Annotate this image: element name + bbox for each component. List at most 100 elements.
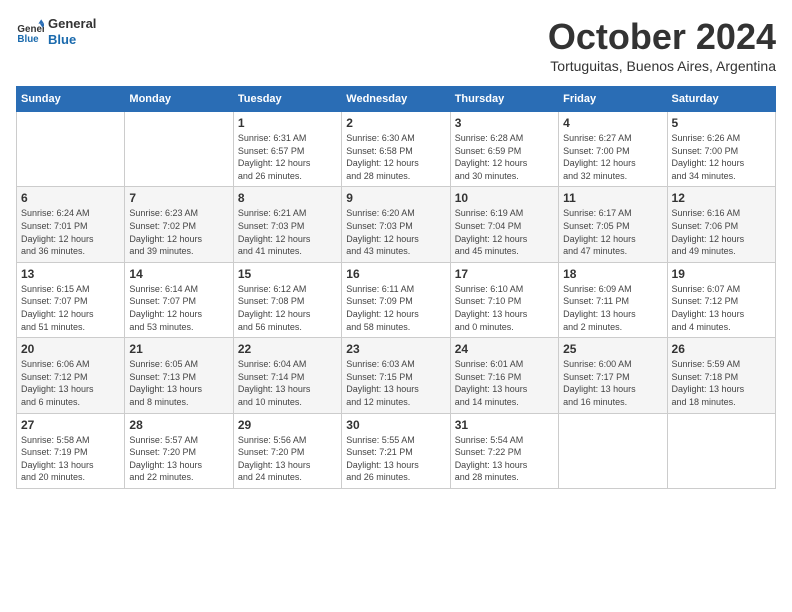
day-number: 10 (455, 191, 554, 205)
calendar-cell: 25 Sunrise: 6:00 AM Sunset: 7:17 PM Dayli… (559, 338, 667, 413)
calendar-cell: 1 Sunrise: 6:31 AM Sunset: 6:57 PM Daylig… (233, 112, 341, 187)
day-number: 4 (563, 116, 662, 130)
month-title: October 2024 (548, 16, 776, 58)
calendar-cell (125, 112, 233, 187)
day-number: 14 (129, 267, 228, 281)
weekday-header-row: SundayMondayTuesdayWednesdayThursdayFrid… (17, 87, 776, 112)
day-info: Sunrise: 6:14 AM Sunset: 7:07 PM Dayligh… (129, 283, 228, 333)
calendar-cell: 10 Sunrise: 6:19 AM Sunset: 7:04 PM Dayli… (450, 187, 558, 262)
day-info: Sunrise: 6:26 AM Sunset: 7:00 PM Dayligh… (672, 132, 771, 182)
day-number: 25 (563, 342, 662, 356)
calendar-body: 1 Sunrise: 6:31 AM Sunset: 6:57 PM Daylig… (17, 112, 776, 489)
calendar-cell: 20 Sunrise: 6:06 AM Sunset: 7:12 PM Dayli… (17, 338, 125, 413)
logo-text: General Blue (48, 16, 96, 47)
day-info: Sunrise: 6:23 AM Sunset: 7:02 PM Dayligh… (129, 207, 228, 257)
day-number: 29 (238, 418, 337, 432)
day-number: 3 (455, 116, 554, 130)
day-number: 7 (129, 191, 228, 205)
calendar-cell: 4 Sunrise: 6:27 AM Sunset: 7:00 PM Daylig… (559, 112, 667, 187)
location-title: Tortuguitas, Buenos Aires, Argentina (548, 58, 776, 74)
day-number: 18 (563, 267, 662, 281)
day-number: 8 (238, 191, 337, 205)
day-number: 19 (672, 267, 771, 281)
day-number: 1 (238, 116, 337, 130)
weekday-header-cell: Wednesday (342, 87, 450, 112)
header: General Blue General Blue October 2024 T… (16, 16, 776, 74)
day-info: Sunrise: 6:12 AM Sunset: 7:08 PM Dayligh… (238, 283, 337, 333)
day-info: Sunrise: 6:05 AM Sunset: 7:13 PM Dayligh… (129, 358, 228, 408)
calendar-cell: 27 Sunrise: 5:58 AM Sunset: 7:19 PM Dayli… (17, 413, 125, 488)
day-number: 20 (21, 342, 120, 356)
weekday-header-cell: Thursday (450, 87, 558, 112)
day-number: 11 (563, 191, 662, 205)
calendar-cell: 13 Sunrise: 6:15 AM Sunset: 7:07 PM Dayli… (17, 262, 125, 337)
day-number: 30 (346, 418, 445, 432)
calendar-week-row: 13 Sunrise: 6:15 AM Sunset: 7:07 PM Dayli… (17, 262, 776, 337)
calendar-cell: 5 Sunrise: 6:26 AM Sunset: 7:00 PM Daylig… (667, 112, 775, 187)
day-info: Sunrise: 6:21 AM Sunset: 7:03 PM Dayligh… (238, 207, 337, 257)
calendar-cell: 26Sunrise: 5:59 AM Sunset: 7:18 PM Dayli… (667, 338, 775, 413)
day-info: Sunrise: 6:06 AM Sunset: 7:12 PM Dayligh… (21, 358, 120, 408)
calendar-week-row: 20 Sunrise: 6:06 AM Sunset: 7:12 PM Dayli… (17, 338, 776, 413)
calendar-cell: 15 Sunrise: 6:12 AM Sunset: 7:08 PM Dayli… (233, 262, 341, 337)
weekday-header-cell: Tuesday (233, 87, 341, 112)
logo: General Blue General Blue (16, 16, 96, 47)
day-number: 9 (346, 191, 445, 205)
day-number: 6 (21, 191, 120, 205)
day-info: Sunrise: 6:00 AM Sunset: 7:17 PM Dayligh… (563, 358, 662, 408)
calendar-cell: 14 Sunrise: 6:14 AM Sunset: 7:07 PM Dayli… (125, 262, 233, 337)
calendar-cell: 29 Sunrise: 5:56 AM Sunset: 7:20 PM Dayli… (233, 413, 341, 488)
calendar-cell: 11 Sunrise: 6:17 AM Sunset: 7:05 PM Dayli… (559, 187, 667, 262)
calendar-table: SundayMondayTuesdayWednesdayThursdayFrid… (16, 86, 776, 489)
calendar-cell: 7 Sunrise: 6:23 AM Sunset: 7:02 PM Daylig… (125, 187, 233, 262)
day-number: 24 (455, 342, 554, 356)
calendar-cell: 9 Sunrise: 6:20 AM Sunset: 7:03 PM Daylig… (342, 187, 450, 262)
day-number: 2 (346, 116, 445, 130)
title-area: October 2024 Tortuguitas, Buenos Aires, … (548, 16, 776, 74)
day-info: Sunrise: 6:17 AM Sunset: 7:05 PM Dayligh… (563, 207, 662, 257)
day-info: Sunrise: 6:31 AM Sunset: 6:57 PM Dayligh… (238, 132, 337, 182)
calendar-cell: 2Sunrise: 6:30 AM Sunset: 6:58 PM Daylig… (342, 112, 450, 187)
day-number: 23 (346, 342, 445, 356)
calendar-cell: 16Sunrise: 6:11 AM Sunset: 7:09 PM Dayli… (342, 262, 450, 337)
weekday-header-cell: Friday (559, 87, 667, 112)
calendar-cell: 12Sunrise: 6:16 AM Sunset: 7:06 PM Dayli… (667, 187, 775, 262)
day-info: Sunrise: 6:03 AM Sunset: 7:15 PM Dayligh… (346, 358, 445, 408)
day-info: Sunrise: 6:09 AM Sunset: 7:11 PM Dayligh… (563, 283, 662, 333)
day-info: Sunrise: 5:58 AM Sunset: 7:19 PM Dayligh… (21, 434, 120, 484)
calendar-cell: 3 Sunrise: 6:28 AM Sunset: 6:59 PM Daylig… (450, 112, 558, 187)
weekday-header-cell: Saturday (667, 87, 775, 112)
calendar-week-row: 1 Sunrise: 6:31 AM Sunset: 6:57 PM Daylig… (17, 112, 776, 187)
calendar-cell (667, 413, 775, 488)
calendar-cell: 19Sunrise: 6:07 AM Sunset: 7:12 PM Dayli… (667, 262, 775, 337)
day-number: 15 (238, 267, 337, 281)
day-info: Sunrise: 6:20 AM Sunset: 7:03 PM Dayligh… (346, 207, 445, 257)
day-number: 27 (21, 418, 120, 432)
day-info: Sunrise: 5:56 AM Sunset: 7:20 PM Dayligh… (238, 434, 337, 484)
day-number: 28 (129, 418, 228, 432)
calendar-cell: 23 Sunrise: 6:03 AM Sunset: 7:15 PM Dayli… (342, 338, 450, 413)
day-number: 13 (21, 267, 120, 281)
day-number: 16 (346, 267, 445, 281)
calendar-week-row: 6Sunrise: 6:24 AM Sunset: 7:01 PM Daylig… (17, 187, 776, 262)
day-info: Sunrise: 6:19 AM Sunset: 7:04 PM Dayligh… (455, 207, 554, 257)
day-info: Sunrise: 6:16 AM Sunset: 7:06 PM Dayligh… (672, 207, 771, 257)
calendar-cell: 6Sunrise: 6:24 AM Sunset: 7:01 PM Daylig… (17, 187, 125, 262)
calendar-cell (17, 112, 125, 187)
calendar-cell: 21 Sunrise: 6:05 AM Sunset: 7:13 PM Dayli… (125, 338, 233, 413)
day-number: 26 (672, 342, 771, 356)
calendar-cell: 28 Sunrise: 5:57 AM Sunset: 7:20 PM Dayli… (125, 413, 233, 488)
day-info: Sunrise: 5:57 AM Sunset: 7:20 PM Dayligh… (129, 434, 228, 484)
day-number: 21 (129, 342, 228, 356)
day-info: Sunrise: 6:04 AM Sunset: 7:14 PM Dayligh… (238, 358, 337, 408)
day-info: Sunrise: 6:15 AM Sunset: 7:07 PM Dayligh… (21, 283, 120, 333)
calendar-cell: 24 Sunrise: 6:01 AM Sunset: 7:16 PM Dayli… (450, 338, 558, 413)
day-info: Sunrise: 6:10 AM Sunset: 7:10 PM Dayligh… (455, 283, 554, 333)
day-info: Sunrise: 6:28 AM Sunset: 6:59 PM Dayligh… (455, 132, 554, 182)
day-number: 22 (238, 342, 337, 356)
day-info: Sunrise: 5:54 AM Sunset: 7:22 PM Dayligh… (455, 434, 554, 484)
day-number: 5 (672, 116, 771, 130)
day-info: Sunrise: 6:01 AM Sunset: 7:16 PM Dayligh… (455, 358, 554, 408)
calendar-cell: 17Sunrise: 6:10 AM Sunset: 7:10 PM Dayli… (450, 262, 558, 337)
day-info: Sunrise: 6:27 AM Sunset: 7:00 PM Dayligh… (563, 132, 662, 182)
